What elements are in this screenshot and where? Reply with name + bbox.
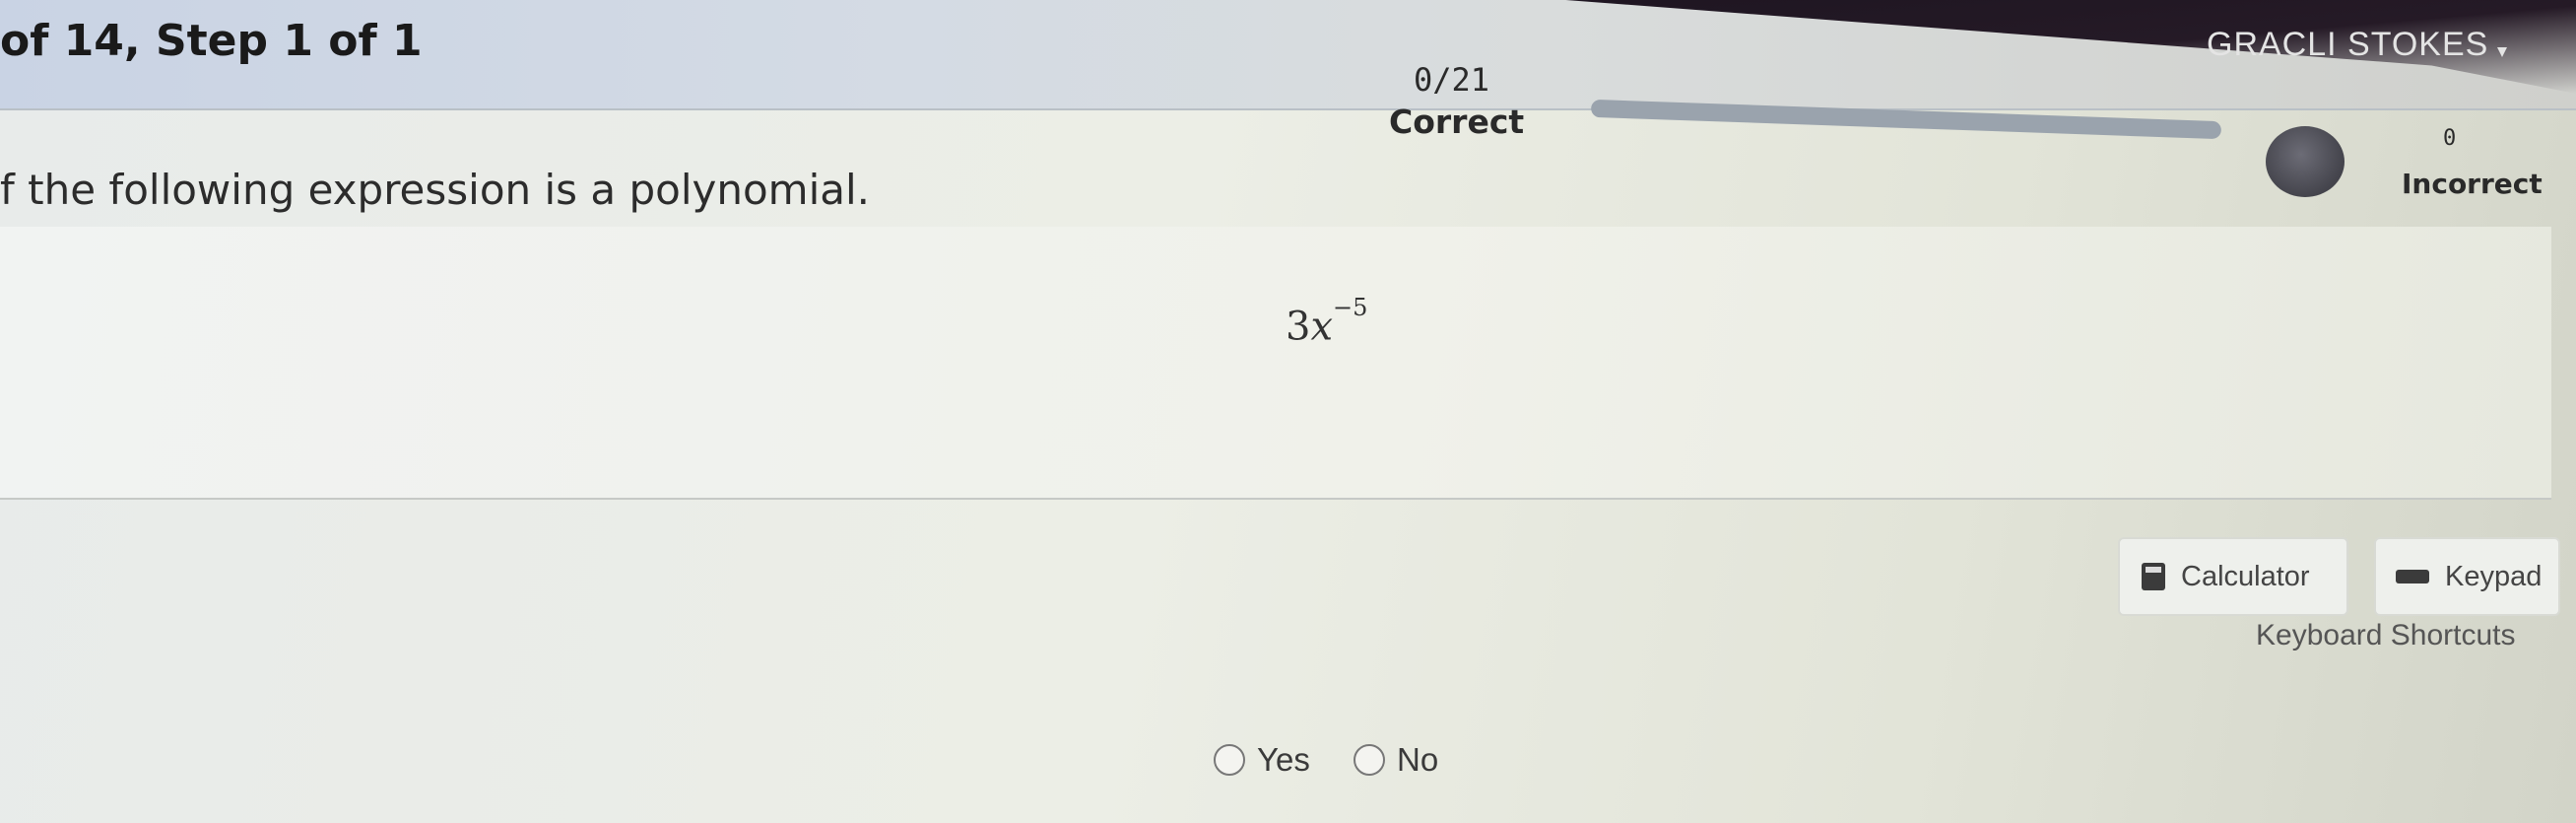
keyboard-shortcuts-link[interactable]: Keyboard Shortcuts — [2256, 619, 2515, 652]
correct-label: Correct — [1389, 103, 1525, 141]
math-expression: 3x−5 — [1286, 294, 1367, 350]
radio-no[interactable] — [1354, 744, 1385, 776]
keyboard-icon — [2396, 570, 2429, 583]
expression-variable: x — [1310, 304, 1334, 350]
calculator-label: Calculator — [2181, 560, 2310, 592]
question-prompt: f the following expression is a polynomi… — [0, 166, 871, 214]
expression-exponent: −5 — [1333, 294, 1368, 321]
keypad-button[interactable]: Keypad — [2374, 537, 2560, 616]
expression-panel — [0, 227, 2551, 500]
expression-coefficient: 3 — [1286, 304, 1311, 350]
user-menu[interactable]: GRACLI STOKES — [2207, 26, 2488, 64]
incorrect-count: 0 — [2443, 126, 2457, 151]
answer-option-yes[interactable]: Yes — [1214, 741, 1310, 779]
incorrect-indicator-icon — [2266, 126, 2345, 197]
step-indicator: of 14, Step 1 of 1 — [0, 16, 423, 66]
correct-count: 0/21 — [1414, 61, 1490, 99]
answer-label-yes: Yes — [1257, 741, 1310, 778]
answer-label-no: No — [1397, 741, 1439, 778]
calculator-button[interactable]: Calculator — [2118, 537, 2348, 616]
incorrect-label: Incorrect — [2402, 168, 2543, 200]
calculator-icon — [2142, 563, 2165, 590]
answer-option-no[interactable]: No — [1354, 741, 1438, 779]
keypad-label: Keypad — [2445, 560, 2543, 592]
radio-yes[interactable] — [1214, 744, 1245, 776]
